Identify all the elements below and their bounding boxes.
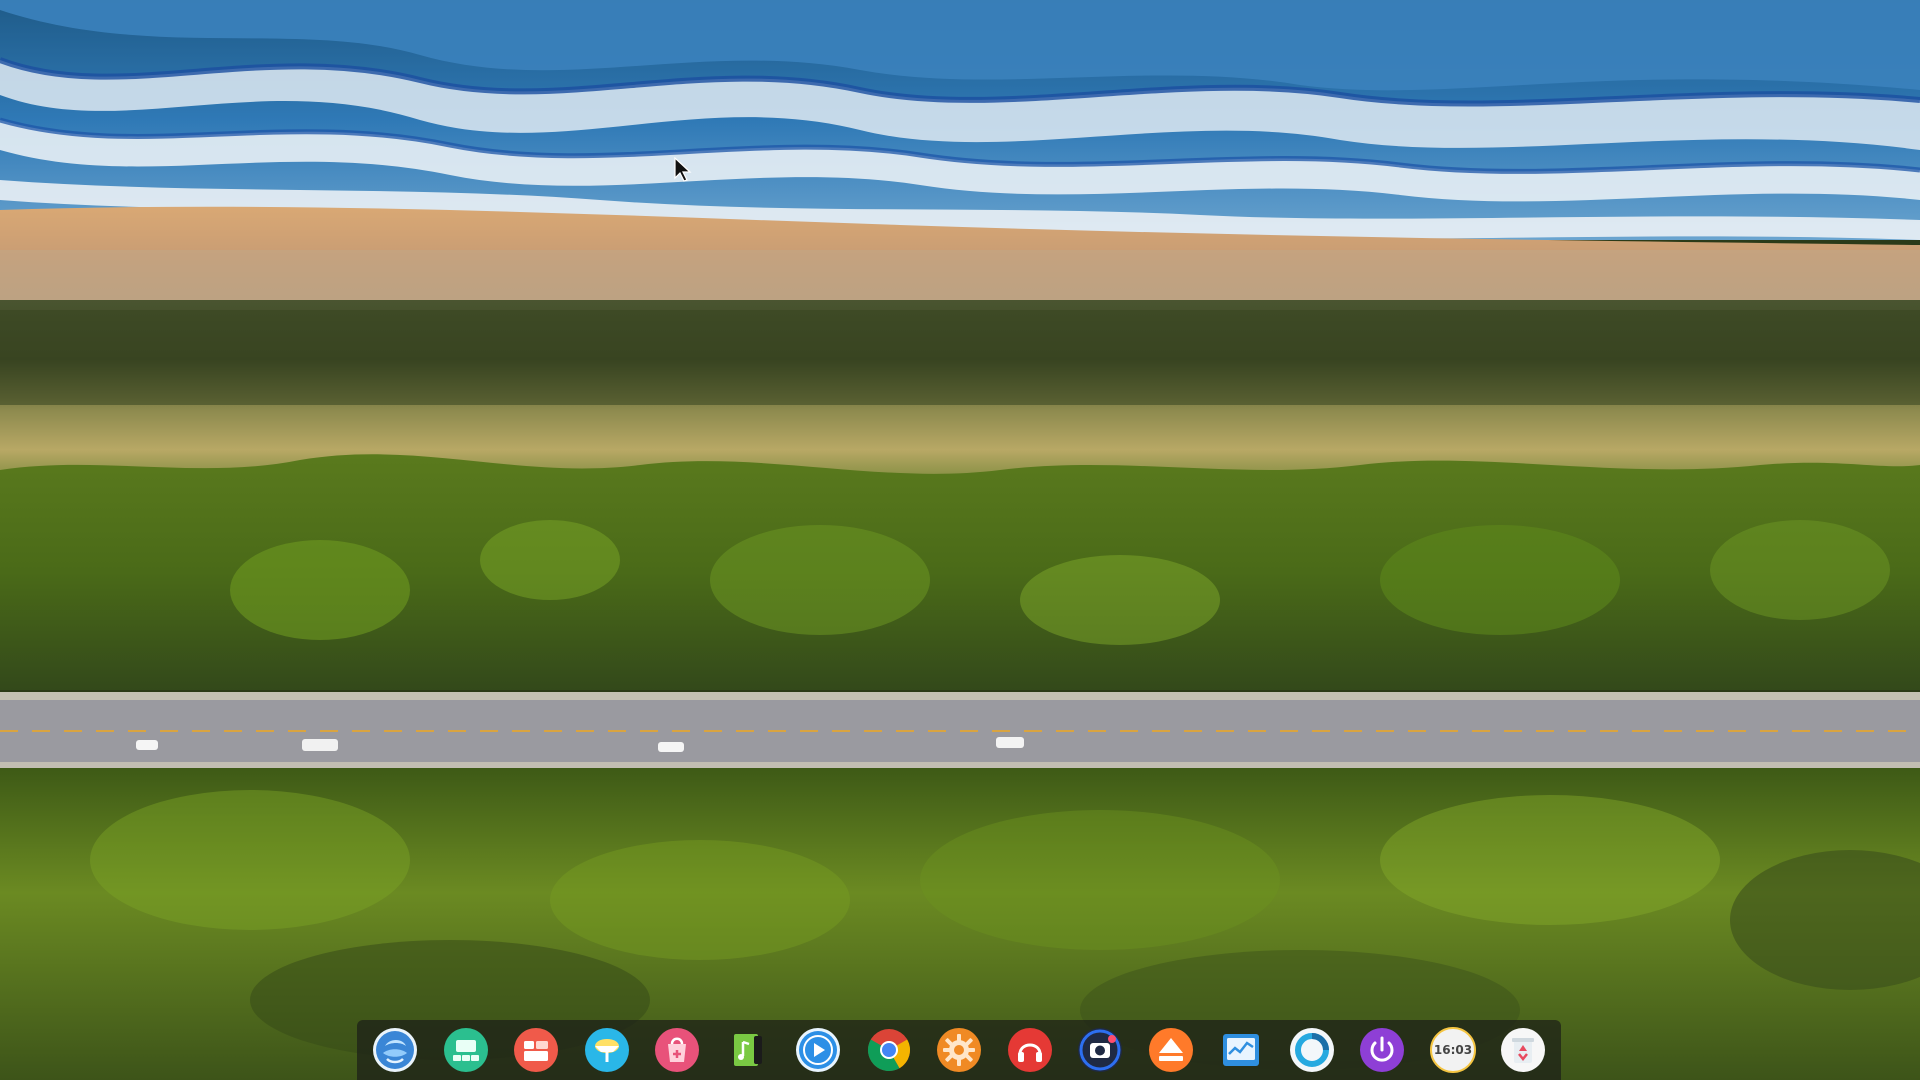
gear-icon <box>937 1028 981 1072</box>
dock-settings-button[interactable] <box>935 1026 983 1074</box>
power-icon <box>1360 1028 1404 1072</box>
clock-time-text: 16:03 <box>1433 1043 1471 1057</box>
dock-music-player-button[interactable] <box>1006 1026 1054 1074</box>
dock-multitasking-button[interactable] <box>442 1026 490 1074</box>
mouse-cursor <box>674 157 692 182</box>
dock-trash-button[interactable] <box>1499 1026 1547 1074</box>
folder-icon <box>514 1028 558 1072</box>
store-icon <box>655 1028 699 1072</box>
dock-screen-recorder-button[interactable] <box>1076 1026 1124 1074</box>
dock-launcher-button[interactable] <box>371 1026 419 1074</box>
clock-icon: 16:03 <box>1429 1027 1476 1073</box>
dock-movie-player-button[interactable] <box>794 1026 842 1074</box>
dock-clock-button[interactable]: 16:03 <box>1429 1026 1477 1074</box>
music-note-icon <box>733 1034 762 1066</box>
multitask-icon <box>443 1028 488 1072</box>
dock-music-button[interactable] <box>724 1026 772 1074</box>
circle-logo-icon <box>1289 1028 1334 1072</box>
play-icon <box>796 1028 840 1072</box>
dock-archive-manager-button[interactable] <box>1147 1026 1195 1074</box>
dock-chrome-button[interactable] <box>865 1026 913 1074</box>
dock-browser-button[interactable] <box>583 1026 631 1074</box>
dock: 16:03 <box>357 1020 1561 1080</box>
recycle-bin-icon <box>1501 1028 1545 1072</box>
dock-app-store-button[interactable] <box>653 1026 701 1074</box>
dock-deepin-id-button[interactable] <box>1288 1026 1336 1074</box>
desktop: 16:03 <box>0 0 1920 1080</box>
wallpaper <box>0 0 1920 1080</box>
monitor-icon <box>1223 1034 1259 1066</box>
headphone-icon <box>1007 1028 1052 1072</box>
chrome-icon <box>867 1029 910 1072</box>
globe-icon <box>584 1028 629 1072</box>
dock-shutdown-button[interactable] <box>1358 1026 1406 1074</box>
dock-file-manager-button[interactable] <box>512 1026 560 1074</box>
camera-icon <box>1078 1028 1122 1072</box>
deepin-launcher-icon <box>373 1028 417 1072</box>
dock-system-monitor-button[interactable] <box>1217 1026 1265 1074</box>
eject-icon <box>1148 1028 1193 1072</box>
